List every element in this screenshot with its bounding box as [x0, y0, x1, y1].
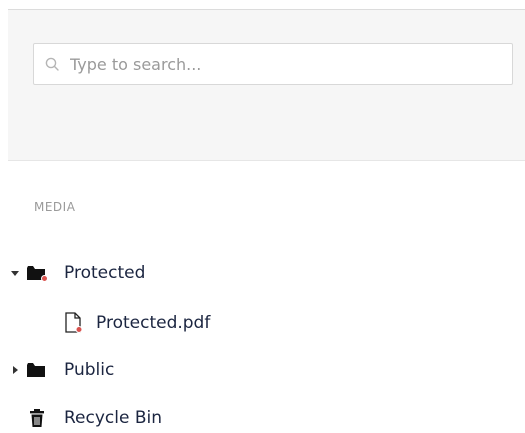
tree-item-label: Protected.pdf [96, 313, 211, 333]
search-input[interactable] [70, 44, 500, 84]
search-icon [45, 57, 59, 71]
tree-item-public[interactable]: Public [10, 356, 114, 384]
caret-down-icon[interactable] [10, 268, 20, 278]
trash-icon [26, 408, 48, 428]
tree-item-label: Recycle Bin [64, 408, 163, 428]
tree-item-label: Protected [64, 263, 146, 283]
tree-item-recycle-bin[interactable]: Recycle Bin [26, 404, 162, 432]
section-label-media: MEDIA [34, 200, 76, 214]
tree-item-label: Public [64, 360, 115, 380]
file-protected-icon [62, 312, 84, 333]
search-panel [8, 10, 525, 161]
tree-item-protected[interactable]: Protected [10, 259, 145, 287]
search-box[interactable] [33, 43, 513, 85]
folder-protected-icon [26, 263, 48, 283]
tree-item-protected-pdf[interactable]: Protected.pdf [62, 309, 210, 337]
caret-right-icon[interactable] [10, 365, 20, 375]
folder-icon [26, 360, 48, 380]
